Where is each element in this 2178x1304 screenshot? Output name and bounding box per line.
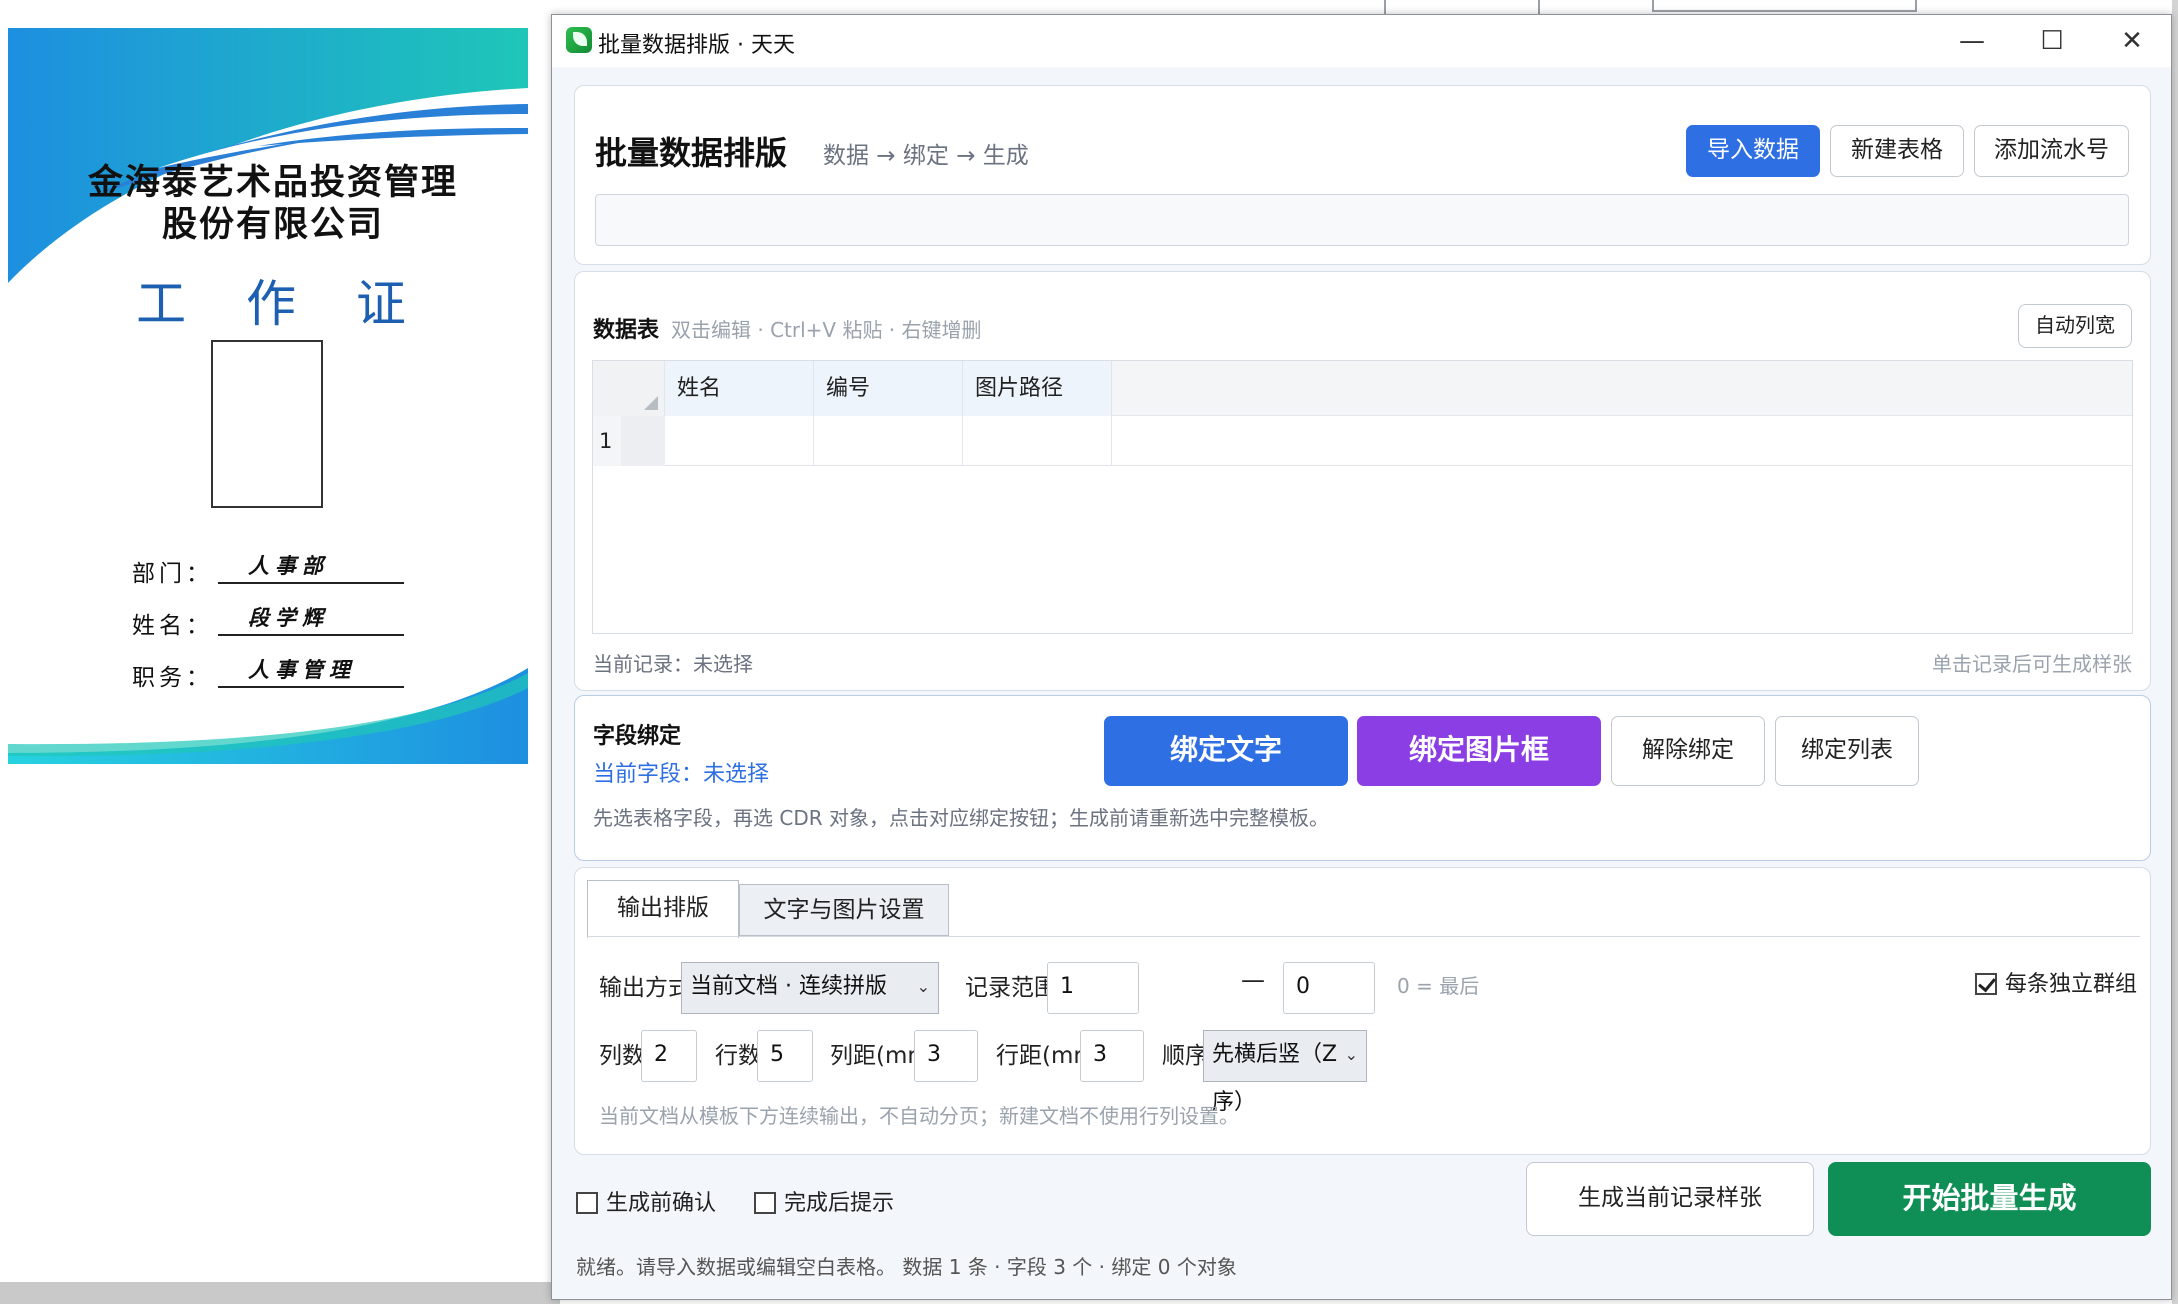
page-title: 批量数据排版 [595,134,788,172]
card-title: 工 作 证 [136,275,428,333]
workflow-subtitle: 数据 → 绑定 → 生成 [823,143,1029,169]
data-path-field[interactable] [595,194,2129,246]
output-mode-value: 当前文档 · 连续拼版 [690,974,887,999]
table-cell[interactable] [665,416,814,466]
card-field-label: 姓名： [132,613,213,639]
card-company-suffix: 股份有限公司 [161,204,384,245]
bind-image-frame-button[interactable]: 绑定图片框 [1357,716,1601,786]
confirm-before-generate-checkbox[interactable]: 生成前确认 [576,1185,716,1217]
table-row[interactable]: 1 [593,416,2132,466]
table-cell[interactable] [814,416,963,466]
bind-text-button[interactable]: 绑定文字 [1104,716,1348,786]
chevron-down-icon: ⌄ [916,977,930,996]
output-mode-select[interactable]: 当前文档 · 连续拼版 ⌄ [681,962,939,1014]
confirm-label: 生成前确认 [606,1191,717,1216]
range-end-input[interactable]: 0 [1283,962,1375,1014]
canvas-scrollbar[interactable] [0,1282,560,1304]
group-each-label: 每条独立群组 [2005,972,2138,997]
binding-list-button[interactable]: 绑定列表 [1775,716,1919,786]
card-field-label: 职务： [132,665,213,691]
card-photo-frame [211,340,323,508]
data-grid[interactable]: 姓名 编号 图片路径 1 [592,360,2133,634]
column-gap-input[interactable]: 3 [914,1030,978,1082]
range-start-input[interactable]: 1 [1047,962,1139,1014]
record-range-label: 记录范围 [965,975,1057,1001]
card-field-department: 部门： 人事部 [122,553,422,594]
checkbox-icon[interactable] [576,1192,598,1214]
binding-title: 字段绑定 [593,724,682,749]
binding-hint: 先选表格字段，再选 CDR 对象，点击对应绑定按钮；生成前请重新选中完整模板。 [593,806,1329,830]
chevron-down-icon: ⌄ [1344,1045,1358,1064]
background-divider [1538,0,1540,14]
output-settings-panel: 输出排版 文字与图片设置 输出方式 当前文档 · 连续拼版 ⌄ 记录范围 1 —… [574,867,2151,1155]
column-header-id[interactable]: 编号 [814,361,963,416]
table-title: 数据表 [593,318,660,343]
card-field-position: 职务： 人事管理 [122,657,422,698]
group-each-checkbox[interactable]: 每条独立群组 [1975,966,2137,998]
checkbox-icon[interactable] [754,1192,776,1214]
id-card-artwork: 金海泰艺术品投资管理 股份有限公司 工 作 证 部门： 人事部 姓名： 段学辉 … [8,28,528,764]
output-hint: 当前文档从模板下方连续输出，不自动分页；新建文档不使用行列设置。 [599,1104,1239,1128]
row-gap-input[interactable]: 3 [1080,1030,1144,1082]
field-binding-panel: 字段绑定 当前字段：未选择 先选表格字段，再选 CDR 对象，点击对应绑定按钮；… [574,695,2151,861]
close-button[interactable]: ✕ [2092,15,2171,67]
grid-header-row: 姓名 编号 图片路径 [593,361,2132,416]
columns-label: 列数 [599,1043,645,1069]
notify-after-finish-checkbox[interactable]: 完成后提示 [754,1185,894,1217]
row-number-label: 1 [599,429,613,453]
current-record-status: 当前记录：未选择 [593,652,753,676]
minimize-button[interactable]: — [1932,15,2012,67]
background-divider [1384,0,1386,14]
sample-hint: 单击记录后可生成样张 [1932,652,2132,676]
unbind-button[interactable]: 解除绑定 [1611,716,1765,786]
rows-label: 行数 [715,1043,761,1069]
current-field-status: 当前字段：未选择 [593,762,770,787]
import-data-button[interactable]: 导入数据 [1686,125,1820,177]
new-table-button[interactable]: 新建表格 [1830,125,1964,177]
card-field-label: 部门： [132,561,213,587]
maximize-button[interactable]: ☐ [2012,15,2092,67]
tab-divider [587,936,2140,937]
background-field [1652,0,1917,12]
column-header-name[interactable]: 姓名 [665,361,814,416]
auto-column-width-button[interactable]: 自动列宽 [2018,304,2132,348]
batch-layout-dialog: 批量数据排版 · 天天 — ☐ ✕ 批量数据排版 数据 → 绑定 → 生成 导入… [551,14,2172,1300]
window-title: 批量数据排版 · 天天 [598,33,795,58]
table-hint: 双击编辑 · Ctrl+V 粘贴 · 右键增删 [671,318,982,342]
range-note: 0 = 最后 [1397,974,1480,998]
range-separator: — [1241,966,1265,994]
card-field-value: 段学辉 [218,602,404,636]
table-cell[interactable] [963,416,1112,466]
status-bar: 就绪。请导入数据或编辑空白表格。 数据 1 条 · 字段 3 个 · 绑定 0 … [576,1255,1237,1279]
data-table-panel: 数据表 双击编辑 · Ctrl+V 粘贴 · 右键增删 自动列宽 姓名 编号 图… [574,271,2151,691]
column-header-image-path[interactable]: 图片路径 [963,361,1112,416]
row-number[interactable]: 1 [593,416,665,466]
notify-label: 完成后提示 [784,1191,895,1216]
columns-input[interactable]: 2 [641,1030,697,1082]
card-field-value: 人事管理 [218,654,404,688]
card-field-name: 姓名： 段学辉 [122,605,422,646]
add-serial-number-button[interactable]: 添加流水号 [1974,125,2129,177]
app-leaf-icon [566,27,592,53]
card-field-value: 人事部 [218,550,404,584]
generate-sample-button[interactable]: 生成当前记录样张 [1526,1162,1814,1236]
window-edge [2172,0,2178,1304]
order-label: 顺序 [1162,1043,1208,1069]
output-mode-label: 输出方式 [599,975,691,1001]
title-bar[interactable]: 批量数据排版 · 天天 — ☐ ✕ [552,15,2171,67]
checkbox-checked-icon[interactable] [1975,973,1997,995]
start-batch-button[interactable]: 开始批量生成 [1828,1162,2151,1236]
tab-output-layout[interactable]: 输出排版 [587,880,739,938]
select-all-corner[interactable] [593,361,665,416]
header-panel: 批量数据排版 数据 → 绑定 → 生成 导入数据 新建表格 添加流水号 [574,85,2151,265]
tab-text-image-settings[interactable]: 文字与图片设置 [739,884,949,936]
rows-input[interactable]: 5 [757,1030,813,1082]
order-select[interactable]: 先横后竖（Z序） ⌄ [1203,1030,1367,1115]
